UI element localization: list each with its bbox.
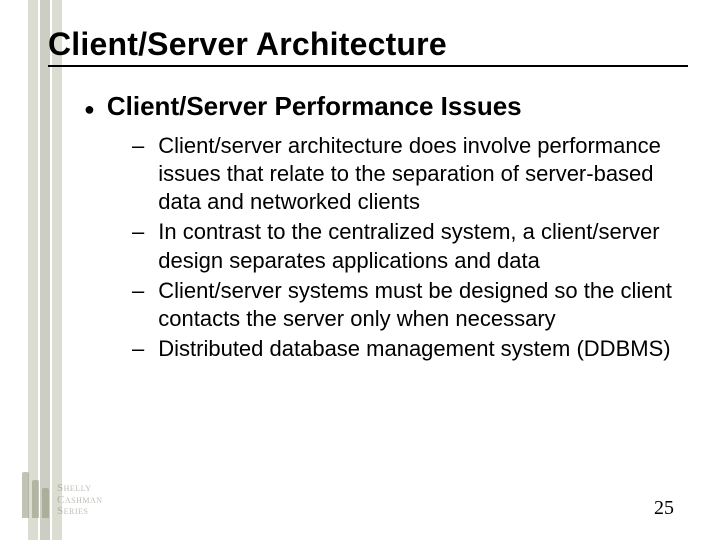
dash-icon: – [132, 132, 144, 216]
list-item-text: Distributed database management system (… [158, 335, 680, 363]
list-item: – Client/server systems must be designed… [132, 277, 680, 333]
top-bullet: ● Client/Server Performance Issues [84, 91, 680, 122]
brand-line: Series [57, 506, 103, 518]
bullet-heading: Client/Server Performance Issues [107, 91, 522, 122]
dash-icon: – [132, 335, 144, 363]
list-item: – Distributed database management system… [132, 335, 680, 363]
brand-logo: Shelly Cashman Series [22, 472, 103, 518]
list-item-text: Client/server systems must be designed s… [158, 277, 680, 333]
content-area: ● Client/Server Performance Issues – Cli… [48, 91, 680, 363]
list-item-text: Client/server architecture does involve … [158, 132, 680, 216]
bullet-dot-icon: ● [84, 96, 95, 122]
list-item: – Client/server architecture does involv… [132, 132, 680, 216]
list-item: – In contrast to the centralized system,… [132, 218, 680, 274]
title-underline [48, 65, 688, 67]
brand-text: Shelly Cashman Series [57, 483, 103, 518]
brand-bars-icon [22, 472, 49, 518]
dash-icon: – [132, 277, 144, 333]
sub-bullet-list: – Client/server architecture does involv… [84, 132, 680, 363]
slide-title: Client/Server Architecture [48, 26, 680, 63]
page-number: 25 [654, 497, 674, 520]
slide-container: Client/Server Architecture ● Client/Serv… [0, 0, 720, 540]
dash-icon: – [132, 218, 144, 274]
list-item-text: In contrast to the centralized system, a… [158, 218, 680, 274]
